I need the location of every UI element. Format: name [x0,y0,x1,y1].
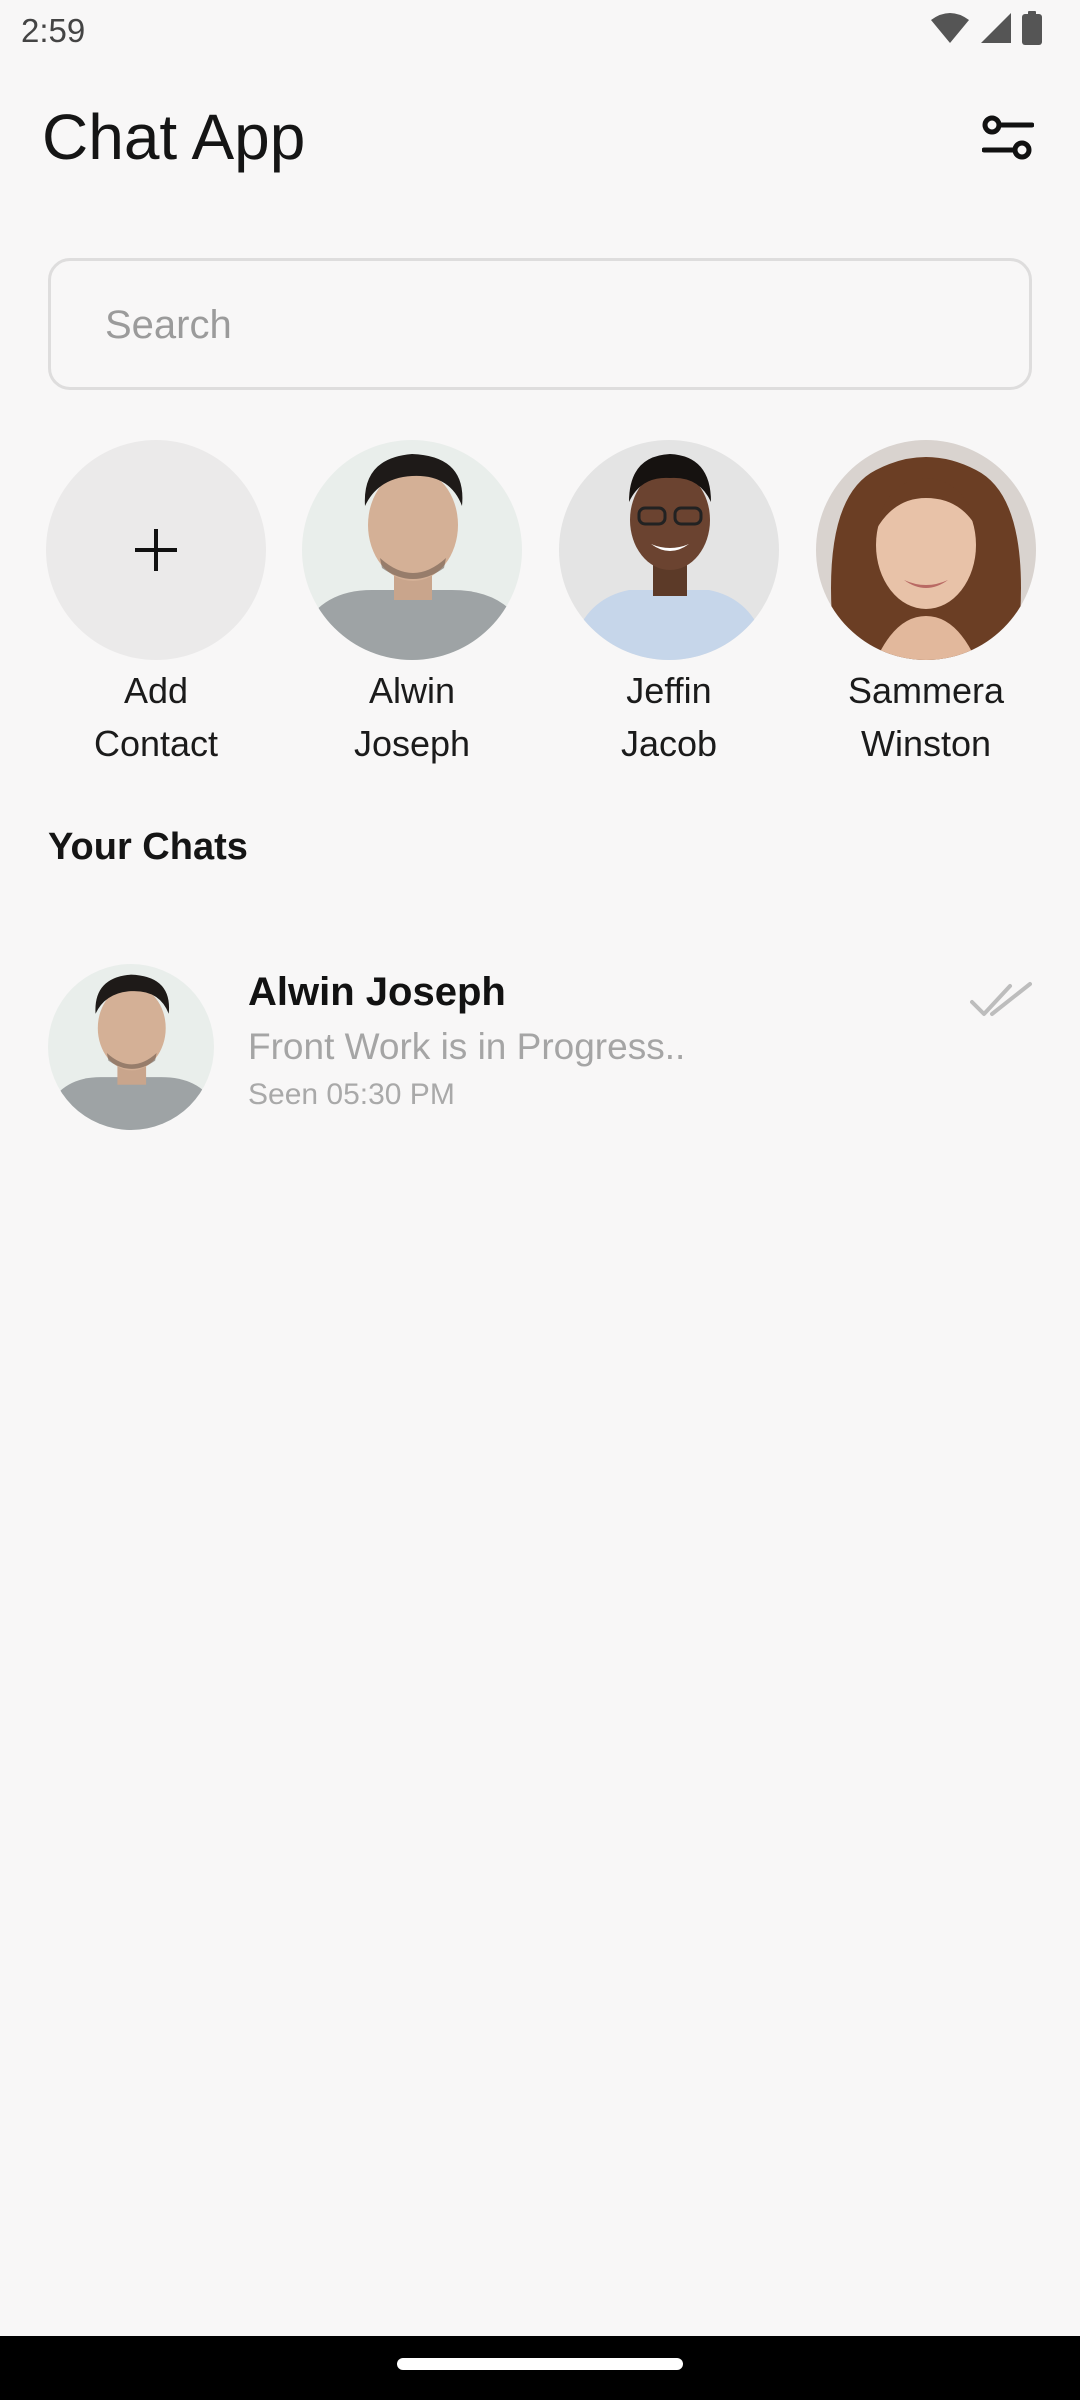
search-input[interactable] [103,261,1007,389]
avatar [48,964,214,1130]
avatar [559,440,779,660]
add-contact-button[interactable] [46,440,266,660]
home-gesture-handle[interactable] [397,2358,683,2370]
contact-label: Jeffin Jacob [620,670,718,764]
sliders-icon [981,113,1035,168]
your-chats-heading: Your Chats [48,826,248,868]
search-box [48,258,1032,390]
contact-jeffin-jacob[interactable]: Jeffin Jacob [544,440,794,770]
wifi-icon [930,12,970,49]
add-contact-item[interactable]: Add Contact [31,440,281,770]
status-bar: 2:59 [0,0,1080,64]
double-check-icon [970,980,1032,1020]
filter-button[interactable] [968,104,1048,176]
contact-label: Add Contact [93,670,219,764]
chat-last-message: Front Work is in Progress.. [248,1026,686,1067]
plus-icon [133,527,179,573]
status-icons [930,10,1042,50]
system-nav-bar [0,2336,1080,2400]
avatar [816,440,1036,660]
status-time: 2:59 [21,12,86,49]
contact-alwin-joseph[interactable]: Alwin Joseph [287,440,537,770]
avatar [302,440,522,660]
battery-icon [1022,10,1042,50]
contact-label: Alwin Joseph [353,670,471,764]
contact-sammera-winston[interactable]: Sammera Winston [801,440,1051,770]
contacts-row: Add Contact Alwin Joseph Jeffin Jacob Sa… [0,440,1080,780]
chat-name: Alwin Joseph [248,970,506,1014]
app-title: Chat App [42,101,306,173]
chat-list-item[interactable]: Alwin Joseph Front Work is in Progress..… [0,950,1080,1140]
contact-label: Sammera Winston [847,670,1005,764]
chat-seen-status: Seen 05:30 PM [248,1078,455,1111]
signal-icon [980,12,1012,49]
